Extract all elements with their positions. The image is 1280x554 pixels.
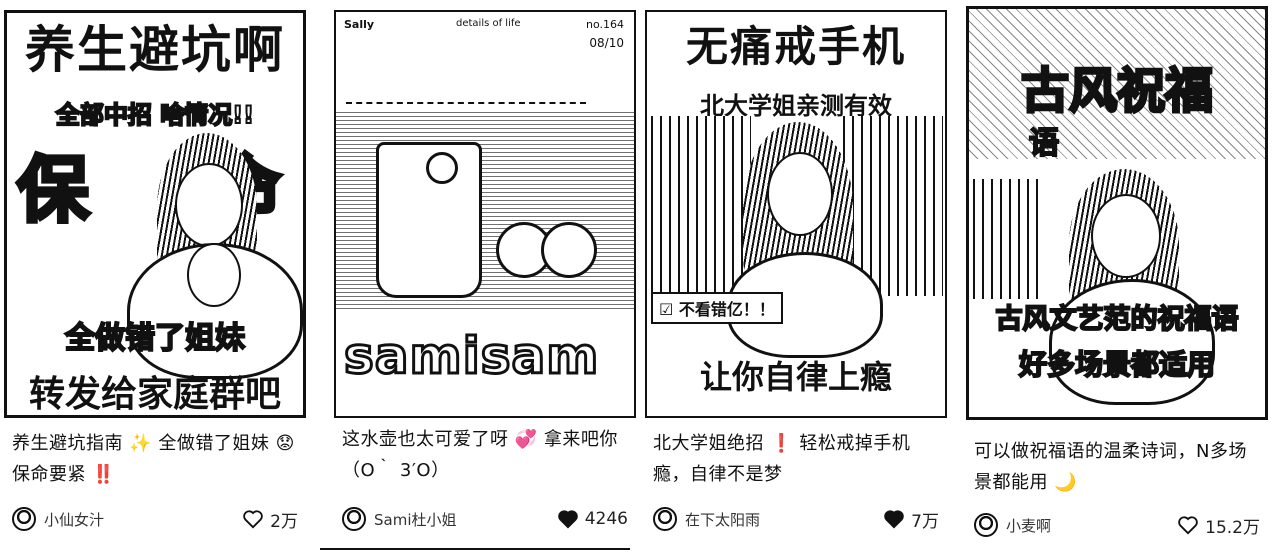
heart-filled-icon xyxy=(557,510,578,529)
cover-title: 古风祝福 xyxy=(1019,63,1214,119)
divider xyxy=(320,548,630,550)
avatar[interactable] xyxy=(974,513,998,537)
note-card-3[interactable]: 无痛戒手机 北大学姐亲测有效 ☑ 不看错亿！！ 让你自律上瘾 北大学姐绝招 ❗ … xyxy=(645,0,951,554)
cover-line-2: 好多场景都适用 xyxy=(1018,347,1216,382)
note-caption[interactable]: 北大学姐绝招 ❗ 轻松戒掉手机瘾，自律不是梦 xyxy=(653,428,943,490)
like-count: 7万 xyxy=(911,511,939,532)
like-count: 2万 xyxy=(270,511,298,532)
cover-brand: samisam xyxy=(342,326,600,387)
cover-line-2: 转发给家庭群吧 xyxy=(28,374,281,415)
cover-line-1: 古风文艺范的祝福语 xyxy=(995,303,1240,336)
author-name[interactable]: Sami杜小姐 xyxy=(374,509,457,530)
like-count: 15.2万 xyxy=(1205,517,1260,538)
cover-title: 养生避坑啊 xyxy=(25,21,285,79)
note-caption[interactable]: 养生避坑指南 ✨ 全做错了姐妹 😟 保命要紧 ‼️ xyxy=(12,428,302,490)
note-caption[interactable]: 这水壶也太可爱了呀 💞 拿来吧你（O｀ 3′O） xyxy=(342,424,632,486)
cover-line-1: 全做错了姐妹 xyxy=(64,320,246,357)
cover-masthead: Sally xyxy=(344,18,375,31)
cover-bottom-text: 让你自律上瘾 xyxy=(699,358,892,396)
author-row: 小仙女汁 2万 xyxy=(12,504,302,534)
avatar[interactable] xyxy=(342,507,366,531)
cover-subtitle: 全部中招 啥情况!! xyxy=(55,100,255,130)
note-caption[interactable]: 可以做祝福语的温柔诗词，N多场景都能用 🌙 xyxy=(974,436,1264,498)
author-name[interactable]: 小麦啊 xyxy=(1006,515,1051,536)
like-button[interactable]: 7万 xyxy=(883,507,939,532)
author-row: 在下太阳雨 7万 xyxy=(653,504,943,534)
like-count: 4246 xyxy=(584,509,628,529)
cover-badge: ☑ 不看错亿！！ xyxy=(651,292,783,324)
heart-outline-icon xyxy=(243,510,263,529)
author-row: Sami杜小姐 4246 xyxy=(342,504,632,534)
cover-title: 无痛戒手机 xyxy=(685,22,906,71)
note-card-4[interactable]: 古风祝福 语 古风文艺范的祝福语 好多场景都适用 可以做祝福语的温柔诗词，N多场… xyxy=(966,0,1272,554)
note-cover-image[interactable]: 无痛戒手机 北大学姐亲测有效 ☑ 不看错亿！！ 让你自律上瘾 xyxy=(645,10,947,418)
heart-filled-icon xyxy=(884,510,904,529)
cover-date: 08/10 xyxy=(589,36,624,50)
avatar[interactable] xyxy=(653,507,677,531)
cover-tagline: details of life xyxy=(456,18,521,29)
note-card-2[interactable]: Sally details of life no.164 08/10 samis… xyxy=(334,0,640,554)
note-cover-image[interactable]: 古风祝福 语 古风文艺范的祝福语 好多场景都适用 xyxy=(966,6,1268,420)
note-cover-image[interactable]: 养生避坑啊 全部中招 啥情况!! 保命 全做错了姐妹 转发给家庭群吧 xyxy=(4,10,306,418)
author-name[interactable]: 小仙女汁 xyxy=(44,509,104,530)
like-button[interactable]: 2万 xyxy=(242,507,298,532)
heart-outline-icon xyxy=(1178,516,1198,535)
author-name[interactable]: 在下太阳雨 xyxy=(685,509,760,530)
cover-issue: no.164 xyxy=(585,18,624,31)
like-button[interactable]: 4246 xyxy=(557,507,628,531)
cover-subtitle: 语 xyxy=(1028,126,1060,161)
note-cover-image[interactable]: Sally details of life no.164 08/10 samis… xyxy=(334,10,636,418)
note-card-1[interactable]: 养生避坑啊 全部中招 啥情况!! 保命 全做错了姐妹 转发给家庭群吧 养生避坑指… xyxy=(4,0,310,554)
author-row: 小麦啊 15.2万 xyxy=(974,510,1264,540)
avatar[interactable] xyxy=(12,507,36,531)
like-button[interactable]: 15.2万 xyxy=(1177,513,1260,538)
